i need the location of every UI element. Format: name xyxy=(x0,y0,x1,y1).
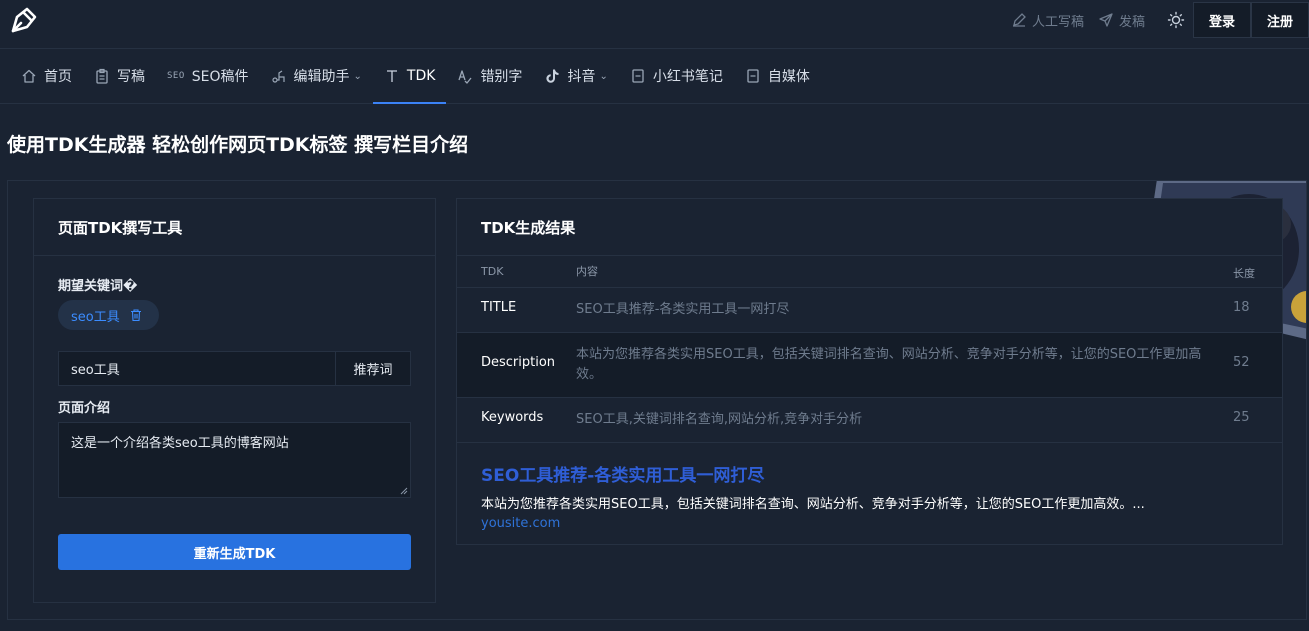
row-tdk: Keywords xyxy=(481,410,544,425)
publish-link[interactable]: 发稿 xyxy=(1098,11,1145,30)
register-button[interactable]: 注册 xyxy=(1250,2,1309,38)
nav-item-write[interactable]: 写稿 xyxy=(83,49,156,103)
tiktok-icon xyxy=(546,69,559,83)
nav-item-xiaohongshu[interactable]: 小红书笔记 xyxy=(619,49,734,103)
nav-item-self-media[interactable]: 自媒体 xyxy=(734,49,821,103)
spellcheck-icon xyxy=(458,70,472,84)
intro-textarea[interactable]: 这是一个介绍各类seo工具的博客网站 xyxy=(58,422,411,498)
panel-title: 页面TDK撰写工具 xyxy=(34,199,435,256)
keyword-tag[interactable]: seo工具 xyxy=(58,300,159,330)
keyword-tag-label: seo工具 xyxy=(71,309,120,325)
intro-text: 这是一个介绍各类seo工具的博客网站 xyxy=(71,436,289,451)
main-nav: 首页 写稿 SEO SEO稿件 编辑助手 ⌄ TDK 错别字 抖音 ⌄ 小红书笔… xyxy=(0,48,1309,104)
table-row: Keywords SEO工具,关键词排名查询,网站分析,竞争对手分析 25 xyxy=(457,398,1282,443)
tdk-writer-panel: 页面TDK撰写工具 期望关键词� seo工具 seo工具 推荐词 页面介绍 这是… xyxy=(33,198,436,603)
row-length: 25 xyxy=(1233,410,1250,425)
nav-label: 编辑助手 xyxy=(293,69,350,85)
pen-icon xyxy=(1012,13,1026,27)
trash-icon[interactable] xyxy=(129,308,143,322)
nav-item-spellcheck[interactable]: 错别字 xyxy=(446,49,533,103)
nav-item-edit-assistant[interactable]: 编辑助手 ⌄ xyxy=(260,49,373,103)
header-content: 内容 xyxy=(576,265,598,278)
preview-description: 本站为您推荐各类实用SEO工具，包括关键词排名查询、网站分析、竞争对手分析等，让… xyxy=(481,497,1145,512)
media-icon xyxy=(747,69,759,83)
table-header: TDK 内容 长度 xyxy=(457,256,1282,288)
row-length: 18 xyxy=(1233,300,1250,315)
top-right-actions: 人工写稿 发稿 登录 注册 xyxy=(1011,2,1309,38)
keyword-input[interactable]: seo工具 xyxy=(58,351,336,386)
tdk-result-table: TDK 内容 长度 TITLE SEO工具推荐-各类实用工具一网打尽 18 De… xyxy=(457,256,1282,443)
preview-url[interactable]: yousite.com xyxy=(481,516,1145,531)
recommend-button[interactable]: 推荐词 xyxy=(335,351,411,386)
table-row: Description 本站为您推荐各类实用SEO工具，包括关键词排名查询、网站… xyxy=(457,333,1282,398)
top-bar: 人工写稿 发稿 登录 注册 xyxy=(0,0,1309,40)
keyword-label: 期望关键词� xyxy=(58,279,138,294)
nav-label: 小红书笔记 xyxy=(652,69,723,85)
nav-label: TDK xyxy=(406,68,436,84)
search-preview: SEO工具推荐-各类实用工具一网打尽 本站为您推荐各类实用SEO工具，包括关键词… xyxy=(481,461,1145,531)
text-t-icon xyxy=(386,70,397,82)
chevron-down-icon: ⌄ xyxy=(353,70,362,82)
header-length: 长度 xyxy=(1233,267,1255,280)
edit-assistant-icon xyxy=(271,70,285,83)
table-row: TITLE SEO工具推荐-各类实用工具一网打尽 18 xyxy=(457,288,1282,333)
nav-label: 写稿 xyxy=(117,69,145,85)
send-icon xyxy=(1099,13,1113,27)
seo-icon: SEO xyxy=(167,71,185,81)
note-icon xyxy=(632,69,644,83)
theme-toggle-icon[interactable] xyxy=(1167,11,1185,29)
clipboard-icon xyxy=(96,68,108,84)
nav-label: 抖音 xyxy=(567,69,596,85)
tdk-result-panel: TDK生成结果 TDK 内容 长度 TITLE SEO工具推荐-各类实用工具一网… xyxy=(456,198,1283,545)
manual-write-link[interactable]: 人工写稿 xyxy=(1011,11,1084,30)
main-content: 页面TDK撰写工具 期望关键词� seo工具 seo工具 推荐词 页面介绍 这是… xyxy=(7,180,1307,620)
nav-label: 自媒体 xyxy=(767,69,810,85)
nav-label: 首页 xyxy=(44,69,72,85)
nav-item-tdk[interactable]: TDK xyxy=(372,49,447,104)
row-tdk: TITLE xyxy=(481,300,517,315)
row-tdk: Description xyxy=(481,355,556,370)
manual-write-label: 人工写稿 xyxy=(1031,14,1084,30)
login-button[interactable]: 登录 xyxy=(1192,2,1251,38)
home-icon xyxy=(22,69,36,83)
row-content: 本站为您推荐各类实用SEO工具，包括关键词排名查询、网站分析、竞争对手分析等，让… xyxy=(576,347,1202,382)
panel-title: TDK生成结果 xyxy=(457,199,1282,256)
chevron-down-icon: ⌄ xyxy=(599,70,608,82)
nav-item-seo[interactable]: SEO SEO稿件 xyxy=(156,49,260,103)
row-length: 52 xyxy=(1233,355,1250,370)
nav-label: SEO稿件 xyxy=(191,69,249,85)
row-content: SEO工具推荐-各类实用工具一网打尽 xyxy=(576,302,790,317)
nav-label: 错别字 xyxy=(480,69,523,85)
intro-label: 页面介绍 xyxy=(58,401,111,416)
preview-title[interactable]: SEO工具推荐-各类实用工具一网打尽 xyxy=(481,461,1145,486)
header-tdk: TDK xyxy=(481,265,504,278)
nav-item-home[interactable]: 首页 xyxy=(10,49,83,103)
resize-grip-icon[interactable] xyxy=(400,487,408,495)
regenerate-tdk-button[interactable]: 重新生成TDK xyxy=(58,534,411,570)
row-content: SEO工具,关键词排名查询,网站分析,竞争对手分析 xyxy=(576,412,863,427)
nav-item-douyin[interactable]: 抖音 ⌄ xyxy=(533,49,618,103)
publish-label: 发稿 xyxy=(1118,14,1145,30)
pen-logo-icon[interactable] xyxy=(8,4,40,36)
page-title: 使用TDK生成器 轻松创作网页TDK标签 撰写栏目介绍 xyxy=(7,134,469,156)
